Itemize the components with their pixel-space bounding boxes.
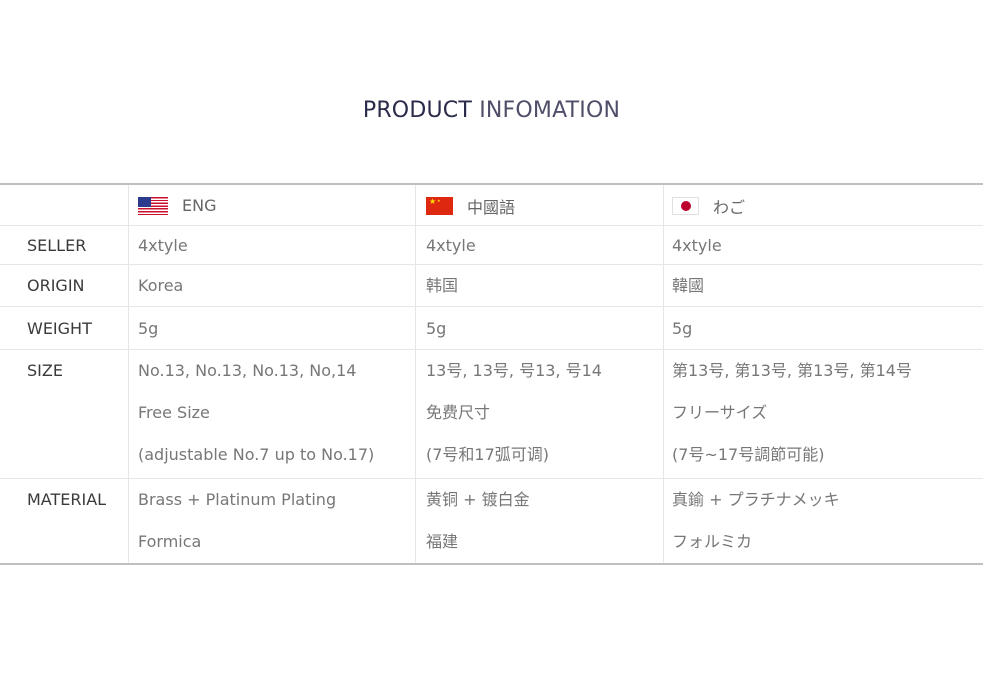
- cell-line: 第13号, 第13号, 第13号, 第14号: [672, 361, 912, 380]
- lang-label-jp: わご: [713, 197, 746, 217]
- row-label-cell: MATERIAL: [0, 479, 128, 563]
- cell-line: 真鍮 + プラチナメッキ: [672, 490, 840, 509]
- header-empty-cell: [0, 185, 128, 226]
- lang-label-eng: ENG: [182, 196, 217, 215]
- row-label: ORIGIN: [27, 276, 85, 295]
- cell-jp: 真鍮 + プラチナメッキ フォルミカ: [663, 479, 983, 563]
- header-eng-cell: ENG: [128, 185, 415, 226]
- row-label: SELLER: [27, 236, 87, 255]
- table-row-origin: ORIGIN Korea 韩国 韓國: [0, 265, 983, 307]
- row-label: SIZE: [27, 361, 63, 380]
- title-product: PRODUCT: [362, 98, 472, 123]
- lang-label-cn: 中國語: [467, 197, 516, 217]
- cell-eng: Brass + Platinum Plating Formica: [128, 479, 415, 563]
- page-title: PRODUCT INFOMATION: [0, 98, 983, 123]
- cell-line: (7号~17号調節可能): [672, 445, 825, 464]
- cell-line: 黄铜 + 镀白金: [426, 490, 530, 509]
- japan-flag-icon: [672, 196, 699, 215]
- table-header-row: ENG ★ ★ 中國語 わご: [0, 185, 983, 226]
- header-cn-cell: ★ ★ 中國語: [415, 185, 663, 226]
- table-row-size: SIZE No.13, No.13, No.13, No,14 Free Siz…: [0, 350, 983, 479]
- cell-line: フリーサイズ: [672, 403, 768, 422]
- row-label: WEIGHT: [27, 319, 92, 338]
- cell-line: (7号和17弧可调): [426, 445, 550, 464]
- table-row-weight: WEIGHT 5g 5g 5g: [0, 307, 983, 350]
- cell-line: (adjustable No.7 up to No.17): [138, 445, 375, 464]
- cell-eng: No.13, No.13, No.13, No,14 Free Size (ad…: [128, 350, 415, 478]
- title-information: INFOMATION: [479, 98, 621, 123]
- table-row-seller: SELLER 4xtyle 4xtyle 4xtyle: [0, 226, 983, 265]
- cell-cn: 13号, 13号, 号13, 号14 免费尺寸 (7号和17弧可调): [415, 350, 663, 478]
- cell-line: フォルミカ: [672, 532, 753, 551]
- cell-cn: 4xtyle: [415, 226, 663, 264]
- cell-eng: 5g: [128, 307, 415, 349]
- cell-line: Free Size: [138, 403, 210, 422]
- us-flag-icon: [138, 196, 168, 215]
- cell-eng: Korea: [128, 265, 415, 306]
- table-row-material: MATERIAL Brass + Platinum Plating Formic…: [0, 479, 983, 563]
- cell-line: Formica: [138, 532, 202, 551]
- cell-line: Brass + Platinum Plating: [138, 490, 337, 509]
- product-info-table: ENG ★ ★ 中國語 わご SELLER 4xtyle 4xtyle 4xtyl…: [0, 183, 983, 565]
- china-flag-icon: ★ ★: [426, 196, 453, 215]
- cell-jp: 韓國: [663, 265, 983, 306]
- cell-line: No.13, No.13, No.13, No,14: [138, 361, 357, 380]
- cell-jp: 第13号, 第13号, 第13号, 第14号 フリーサイズ (7号~17号調節可…: [663, 350, 983, 478]
- row-label-cell: SIZE: [0, 350, 128, 478]
- cell-jp: 5g: [663, 307, 983, 349]
- row-label: MATERIAL: [27, 490, 107, 509]
- cell-cn: 韩国: [415, 265, 663, 306]
- cell-cn: 5g: [415, 307, 663, 349]
- cell-eng: 4xtyle: [128, 226, 415, 264]
- cell-cn: 黄铜 + 镀白金 福建: [415, 479, 663, 563]
- cell-line: 免费尺寸: [426, 403, 491, 422]
- cell-line: 福建: [426, 532, 459, 551]
- cell-line: 13号, 13号, 号13, 号14: [426, 361, 602, 380]
- cell-jp: 4xtyle: [663, 226, 983, 264]
- header-jp-cell: わご: [663, 185, 983, 226]
